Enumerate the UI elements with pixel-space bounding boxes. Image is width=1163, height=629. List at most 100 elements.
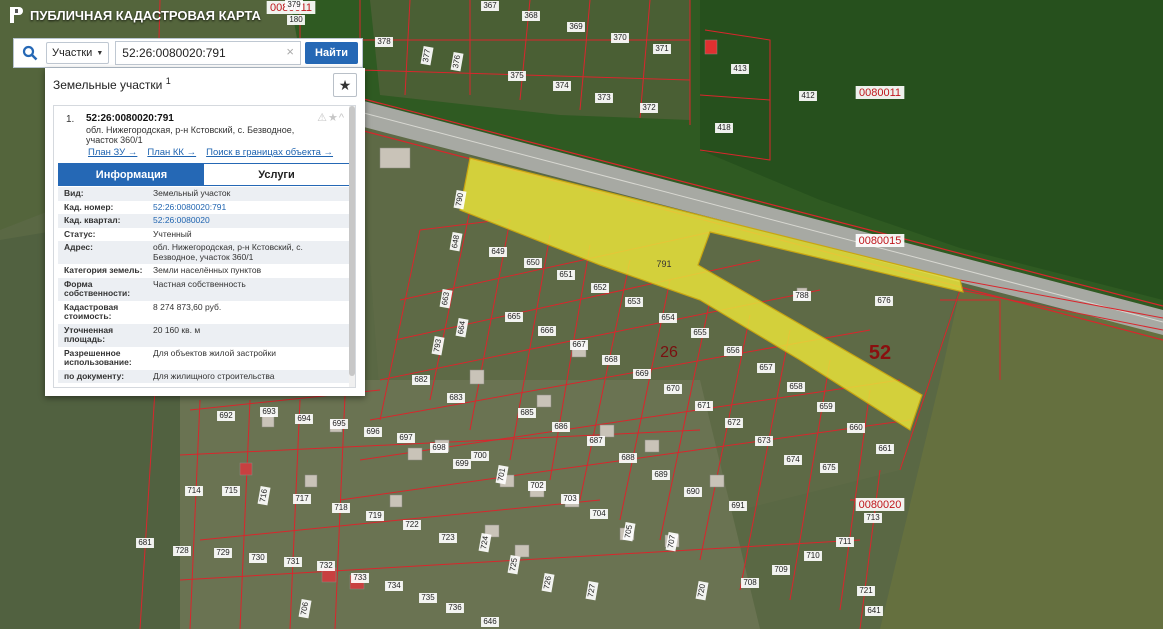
parcel-label-text: 660 — [849, 423, 863, 432]
parcel-label-text: 696 — [366, 427, 380, 436]
parcel-label: 669 — [633, 369, 651, 379]
search-type-dropdown[interactable]: Участки ▼ — [46, 42, 110, 64]
parcel-label-text: 735 — [421, 593, 435, 602]
parcel-label-text: 713 — [866, 513, 880, 522]
property-key: Разрешенное использование: — [64, 347, 132, 367]
quarter-label: 0080011 — [855, 86, 905, 99]
parcel-label-text: 686 — [554, 422, 568, 431]
property-row: Категория земель: Земли населённых пункто… — [58, 264, 350, 278]
search-in-bounds-link[interactable]: Поиск в границах объекта → — [206, 147, 333, 158]
parcel-label-text: 729 — [216, 548, 230, 557]
parcel-label-text: 372 — [642, 103, 656, 112]
property-row: Уточненная площадь: 20 160 кв. м — [58, 323, 350, 347]
quarter-label-text: 0080011 — [859, 87, 901, 99]
parcel-label-text: 736 — [448, 603, 462, 612]
parcel-label-text: 717 — [295, 494, 309, 503]
scrollbar-thumb[interactable] — [349, 106, 355, 376]
parcel-label-text: 375 — [510, 71, 524, 80]
parcel-label-text: 697 — [399, 433, 413, 442]
parcel-label: 685 — [518, 408, 536, 418]
result-cadastral-number[interactable]: 52:26:0080020:791 — [86, 113, 174, 124]
parcel-label: 658 — [787, 382, 805, 392]
parcel-label-text: 379 — [287, 0, 301, 9]
parcel-label: 654 — [659, 313, 677, 323]
property-value: 20 160 кв. м — [153, 324, 201, 335]
property-row: Разрешенное использование: Для объектов ж… — [58, 347, 350, 370]
parcel-label-text: 658 — [789, 382, 803, 391]
search-input[interactable]: 52:26:0080020:791 × — [115, 41, 302, 65]
parcel-label: 697 — [397, 433, 415, 443]
search-icon[interactable] — [14, 39, 46, 67]
property-row: Вид: Земельный участок — [58, 187, 350, 201]
parcel-label: 369 — [567, 22, 585, 32]
parcel-label-text: 661 — [878, 444, 892, 453]
plan-kk-link[interactable]: План КК → — [147, 147, 196, 158]
scrollbar[interactable] — [349, 106, 355, 387]
parcel-label-text: 683 — [449, 393, 463, 402]
parcel-label-text: 652 — [593, 283, 607, 292]
parcel-label-text: 723 — [441, 533, 455, 542]
selected-parcel-label: 791 — [656, 259, 671, 269]
parcel-label: 676 — [875, 296, 893, 306]
parcel-label-text: 657 — [759, 363, 773, 372]
parcel-label: 653 — [625, 297, 643, 307]
property-value: обл. Нижегородская, р-н Кстовский, с. Бе… — [153, 242, 303, 262]
plan-zu-link[interactable]: План ЗУ → — [88, 147, 137, 158]
parcel-label-text: 685 — [520, 408, 534, 417]
property-key: Категория земель: — [64, 265, 143, 275]
parcel-label: 378 — [375, 37, 393, 47]
tab-information[interactable]: Информация — [59, 164, 204, 185]
parcel-label: 656 — [724, 346, 742, 356]
parcel-label: 690 — [684, 487, 702, 497]
parcel-label: 665 — [505, 312, 523, 322]
find-button[interactable]: Найти — [305, 42, 358, 64]
result-links: План ЗУ → План КК → Поиск в границах объек… — [88, 147, 343, 158]
parcel-label-text: 649 — [491, 247, 505, 256]
parcel-label: 657 — [757, 363, 775, 373]
app-title: ПУБЛИЧНАЯ КАДАСТРОВАЯ КАРТА — [30, 7, 261, 23]
parcel-label: 704 — [590, 509, 608, 519]
property-value[interactable]: 52:26:0080020:791 — [153, 202, 350, 213]
parcel-label: 692 — [217, 411, 235, 421]
parcel-label: 689 — [652, 470, 670, 480]
tab-services[interactable]: Услуги — [204, 164, 349, 185]
parcel-label: 734 — [385, 581, 403, 591]
quarter-label-text: 0080020 — [859, 499, 902, 511]
parcel-label-text: 367 — [483, 1, 497, 10]
parcel-label-text: 682 — [414, 375, 428, 384]
parcel-label-text: 695 — [332, 419, 346, 428]
parcel-label-text: 667 — [572, 340, 586, 349]
parcel-label-text: 674 — [786, 455, 800, 464]
property-key: Форма собственности: — [64, 278, 131, 298]
results-count: 1 — [165, 76, 171, 86]
parcel-label-text: 371 — [655, 44, 669, 53]
parcel-label-text: 710 — [806, 551, 820, 560]
parcel-label: 699 — [453, 459, 471, 469]
parcel-label: 733 — [351, 573, 369, 583]
parcel-label-text: 687 — [589, 436, 603, 445]
property-row: Кад. номер: 52:26:0080020:791 — [58, 201, 350, 215]
parcel-label-text: 373 — [597, 93, 611, 102]
parcel-label-text: 650 — [526, 258, 540, 267]
search-type-value: Участки — [52, 47, 93, 59]
parcel-label-text: 703 — [563, 494, 577, 503]
parcel-label-text: 646 — [483, 617, 497, 626]
clear-icon[interactable]: × — [286, 44, 294, 59]
parcel-label: 651 — [557, 270, 575, 280]
logo-icon — [10, 7, 23, 23]
parcel-label-text: 665 — [507, 312, 521, 321]
parcel-label-text: 698 — [432, 443, 446, 452]
property-value[interactable]: 52:26:0080020 — [153, 215, 350, 226]
region-label: 52 — [869, 342, 891, 364]
result-actions-icons[interactable]: ⚠★^ — [317, 111, 345, 124]
parcel-label: 373 — [595, 93, 613, 103]
parcel-label: 708 — [741, 578, 759, 588]
parcel-label: 675 — [820, 463, 838, 473]
district-label-text: 26 — [660, 344, 678, 361]
parcel-label: 374 — [553, 81, 571, 91]
favorite-star-icon[interactable]: ★ — [333, 73, 357, 97]
parcel-label-text: 676 — [877, 296, 891, 305]
panel-title: Земельные участки 1 — [53, 76, 171, 92]
parcel-label: 367 — [481, 1, 499, 11]
parcel-label-text: 694 — [297, 414, 311, 423]
